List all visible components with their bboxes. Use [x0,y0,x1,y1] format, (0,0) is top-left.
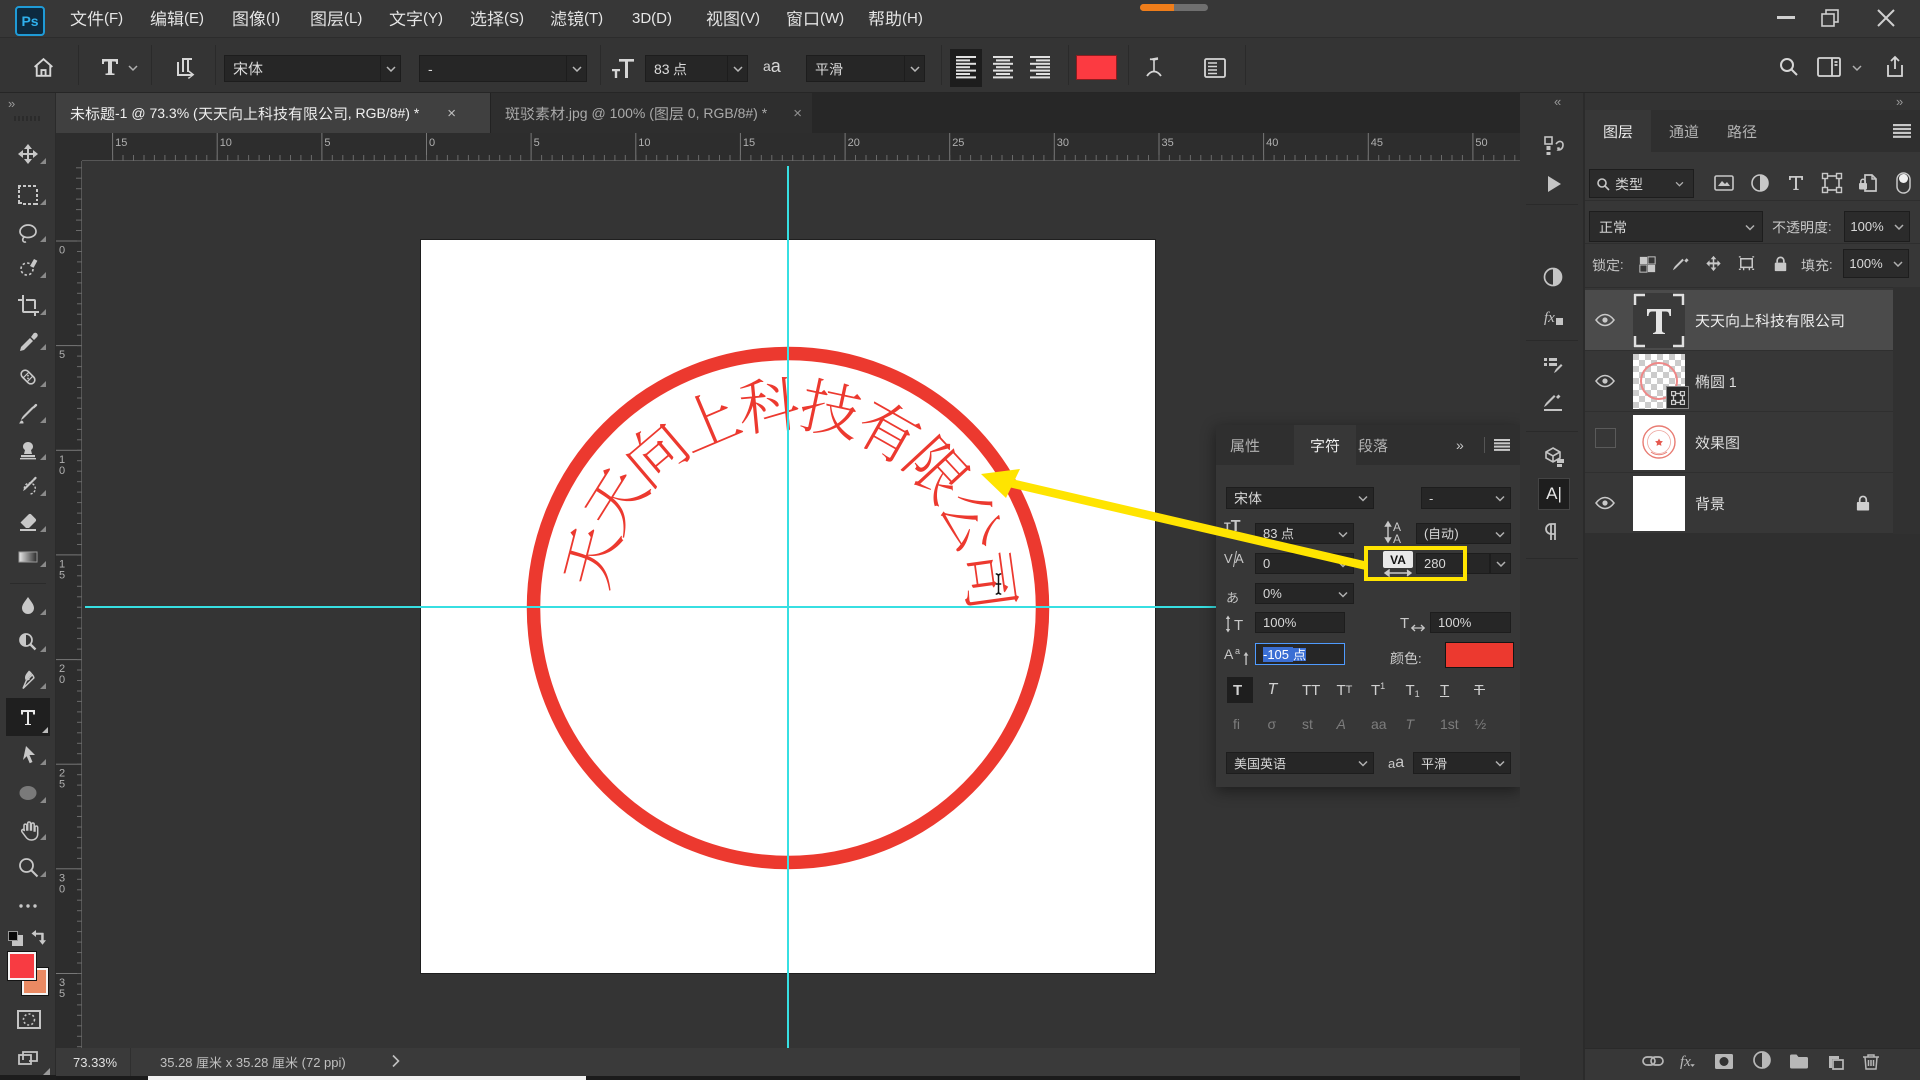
svg-text:fx: fx [1680,1054,1691,1070]
svg-text:A: A [1393,532,1401,545]
svg-text:T: T [1400,615,1409,632]
svg-text:A: A [1224,646,1234,662]
svg-text:fx: fx [1544,310,1555,326]
svg-text:a: a [1235,646,1240,656]
svg-text:T: T [1234,617,1243,634]
svg-text:V: V [1224,551,1233,566]
